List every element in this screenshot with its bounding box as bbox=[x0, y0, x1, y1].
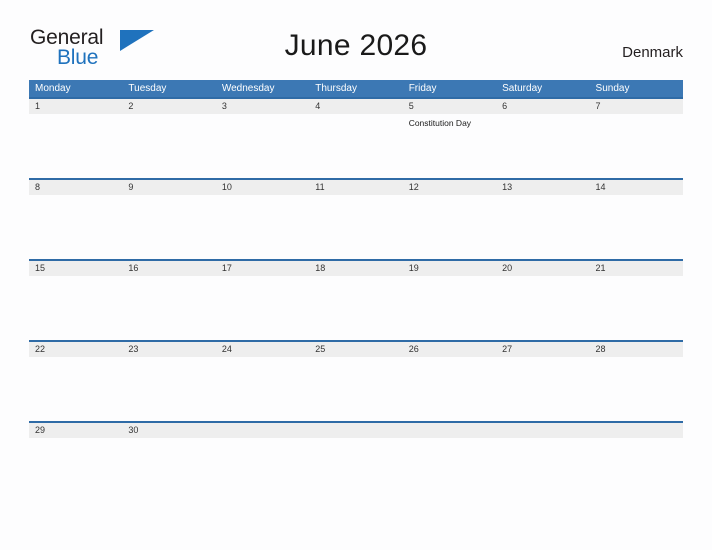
day-number[interactable]: 11 bbox=[309, 180, 402, 195]
day-number[interactable]: 16 bbox=[122, 261, 215, 276]
week-row: 22 23 24 25 26 27 28 bbox=[29, 340, 683, 421]
day-number[interactable]: 3 bbox=[216, 99, 309, 114]
week-day-content-row bbox=[29, 276, 683, 340]
day-number[interactable]: 27 bbox=[496, 342, 589, 357]
day-event-text[interactable] bbox=[496, 195, 589, 259]
day-event-text[interactable] bbox=[216, 276, 309, 340]
day-number[interactable]: 19 bbox=[403, 261, 496, 276]
day-number[interactable]: 18 bbox=[309, 261, 402, 276]
day-number[interactable]: 4 bbox=[309, 99, 402, 114]
day-event-text[interactable] bbox=[29, 114, 122, 178]
day-event-text[interactable] bbox=[590, 357, 683, 421]
day-number[interactable]: 6 bbox=[496, 99, 589, 114]
day-number[interactable]: 9 bbox=[122, 180, 215, 195]
page-header: General Blue June 2026 Denmark bbox=[0, 0, 712, 68]
day-number[interactable]: 28 bbox=[590, 342, 683, 357]
day-event-text[interactable] bbox=[496, 114, 589, 178]
day-event-text[interactable] bbox=[403, 195, 496, 259]
day-number[interactable]: 30 bbox=[122, 423, 215, 438]
weekday-header-sunday: Sunday bbox=[595, 83, 630, 94]
week-day-number-band: 15 16 17 18 19 20 21 bbox=[29, 261, 683, 276]
day-number[interactable]: 15 bbox=[29, 261, 122, 276]
day-event-text[interactable] bbox=[496, 276, 589, 340]
day-number[interactable]: 13 bbox=[496, 180, 589, 195]
day-number[interactable]: 20 bbox=[496, 261, 589, 276]
day-event-text[interactable] bbox=[403, 276, 496, 340]
day-event-text[interactable] bbox=[29, 195, 122, 259]
day-number[interactable] bbox=[309, 423, 402, 438]
day-event-text[interactable] bbox=[309, 438, 402, 502]
day-number[interactable] bbox=[496, 423, 589, 438]
day-event-text[interactable] bbox=[309, 276, 402, 340]
day-event-text[interactable] bbox=[403, 438, 496, 502]
day-number[interactable]: 22 bbox=[29, 342, 122, 357]
day-number[interactable]: 10 bbox=[216, 180, 309, 195]
day-event-text[interactable] bbox=[216, 195, 309, 259]
day-event-text[interactable] bbox=[309, 357, 402, 421]
day-number[interactable]: 23 bbox=[122, 342, 215, 357]
weekday-header-monday: Monday bbox=[35, 83, 71, 94]
day-event-text[interactable] bbox=[29, 438, 122, 502]
day-event-text[interactable] bbox=[590, 438, 683, 502]
week-day-content-row bbox=[29, 195, 683, 259]
week-day-content-row: Constitution Day bbox=[29, 114, 683, 178]
day-event-text[interactable] bbox=[590, 114, 683, 178]
day-event-text[interactable] bbox=[122, 357, 215, 421]
day-event-text[interactable] bbox=[309, 195, 402, 259]
day-number[interactable]: 14 bbox=[590, 180, 683, 195]
day-number[interactable]: 21 bbox=[590, 261, 683, 276]
week-row: 29 30 bbox=[29, 421, 683, 502]
week-day-content-row bbox=[29, 438, 683, 502]
day-event-text[interactable] bbox=[122, 438, 215, 502]
day-event-text[interactable] bbox=[590, 195, 683, 259]
week-day-number-band: 29 30 bbox=[29, 423, 683, 438]
weekday-header-tuesday: Tuesday bbox=[128, 83, 167, 94]
week-row: 8 9 10 11 12 13 14 bbox=[29, 178, 683, 259]
day-event-text[interactable]: Constitution Day bbox=[403, 114, 496, 178]
day-event-text[interactable] bbox=[496, 357, 589, 421]
day-number[interactable] bbox=[403, 423, 496, 438]
day-number[interactable] bbox=[590, 423, 683, 438]
day-event-text[interactable] bbox=[122, 276, 215, 340]
day-number[interactable] bbox=[216, 423, 309, 438]
page-title: June 2026 bbox=[284, 29, 428, 62]
weekday-header-friday: Friday bbox=[408, 83, 437, 94]
week-row: 15 16 17 18 19 20 21 bbox=[29, 259, 683, 340]
day-event-text[interactable] bbox=[309, 114, 402, 178]
weekday-header-saturday: Saturday bbox=[502, 83, 543, 94]
day-number[interactable]: 8 bbox=[29, 180, 122, 195]
day-event-text[interactable] bbox=[122, 114, 215, 178]
day-event-text[interactable] bbox=[496, 438, 589, 502]
day-number[interactable]: 25 bbox=[309, 342, 402, 357]
day-event-text[interactable] bbox=[216, 357, 309, 421]
day-number[interactable]: 17 bbox=[216, 261, 309, 276]
day-number[interactable]: 24 bbox=[216, 342, 309, 357]
day-number[interactable]: 7 bbox=[590, 99, 683, 114]
week-row: 1 2 3 4 5 6 7 Constitution Day bbox=[29, 97, 683, 178]
week-day-number-band: 1 2 3 4 5 6 7 bbox=[29, 99, 683, 114]
day-event-text[interactable] bbox=[590, 276, 683, 340]
day-event-text[interactable] bbox=[403, 357, 496, 421]
day-number[interactable]: 29 bbox=[29, 423, 122, 438]
country-label: Denmark bbox=[622, 44, 683, 61]
weekday-header-row: Monday Tuesday Wednesday Thursday Friday… bbox=[29, 80, 683, 97]
calendar-grid: Monday Tuesday Wednesday Thursday Friday… bbox=[29, 80, 683, 502]
day-event-text[interactable] bbox=[216, 438, 309, 502]
day-event-text[interactable] bbox=[29, 357, 122, 421]
day-number[interactable]: 2 bbox=[122, 99, 215, 114]
weekday-header-thursday: Thursday bbox=[315, 83, 357, 94]
day-event-text[interactable] bbox=[216, 114, 309, 178]
day-number[interactable]: 5 bbox=[403, 99, 496, 114]
week-day-number-band: 8 9 10 11 12 13 14 bbox=[29, 180, 683, 195]
day-number[interactable]: 12 bbox=[403, 180, 496, 195]
day-event-text[interactable] bbox=[29, 276, 122, 340]
day-number[interactable]: 1 bbox=[29, 99, 122, 114]
day-event-text[interactable] bbox=[122, 195, 215, 259]
weekday-header-wednesday: Wednesday bbox=[221, 83, 275, 94]
week-day-number-band: 22 23 24 25 26 27 28 bbox=[29, 342, 683, 357]
day-number[interactable]: 26 bbox=[403, 342, 496, 357]
week-day-content-row bbox=[29, 357, 683, 421]
